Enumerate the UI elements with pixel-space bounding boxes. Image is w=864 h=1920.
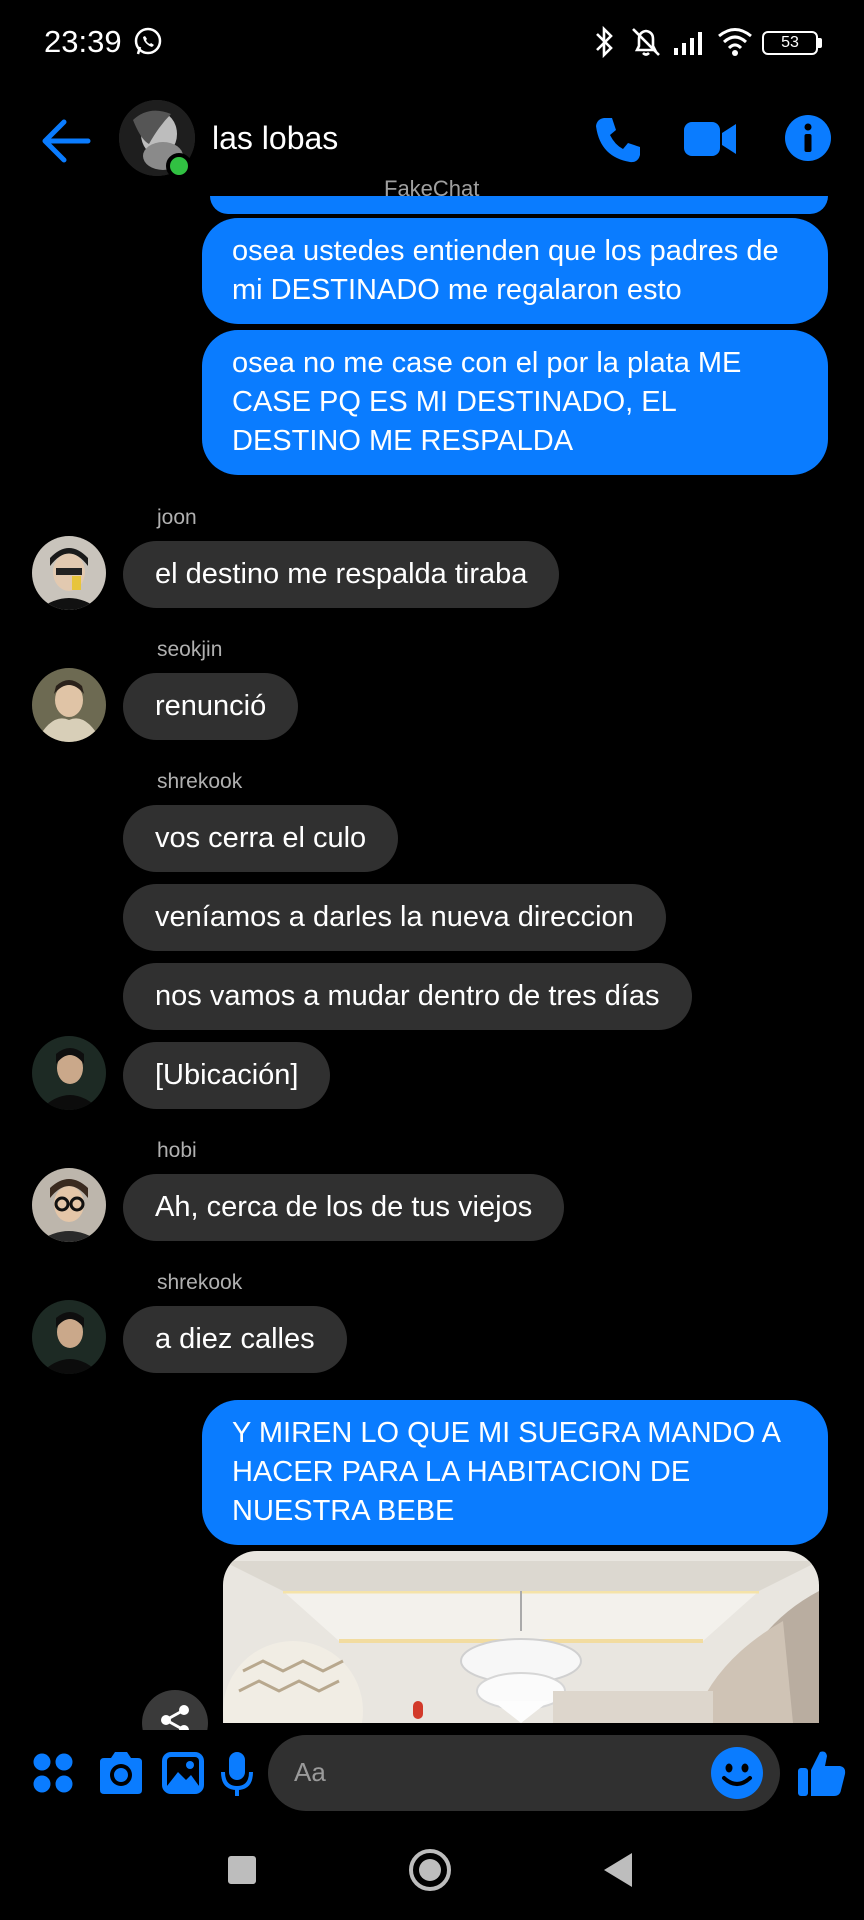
incoming-message[interactable]: vos cerra el culo (123, 805, 399, 872)
online-indicator (166, 153, 192, 179)
status-bar: 23:39 53 (0, 0, 864, 90)
sender-name: shrekook (157, 1271, 243, 1294)
home-icon[interactable] (408, 1848, 452, 1892)
sender-name: hobi (157, 1139, 197, 1162)
avatar-image (32, 668, 106, 742)
avatar-image (32, 1036, 106, 1110)
apps-icon[interactable] (32, 1752, 74, 1794)
outgoing-message[interactable]: osea ustedes entienden que los padres de… (202, 218, 828, 324)
chat-title[interactable]: las lobas (212, 120, 338, 157)
incoming-message[interactable]: a diez calles (123, 1306, 347, 1373)
avatar-joon[interactable] (32, 536, 106, 610)
previous-message-edge (210, 196, 828, 214)
whatsapp-icon (134, 27, 162, 55)
incoming-message[interactable]: veníamos a darles la nueva direccion (123, 884, 666, 951)
incoming-message[interactable]: renunció (123, 673, 299, 740)
phone-icon[interactable] (592, 114, 644, 166)
emoji-icon[interactable] (710, 1746, 764, 1800)
mic-icon[interactable] (220, 1750, 254, 1798)
room-photo (223, 1551, 819, 1723)
avatar-image (32, 536, 106, 610)
avatar-image (32, 1300, 106, 1374)
outgoing-message[interactable]: osea no me case con el por la plata ME C… (202, 330, 828, 475)
sender-name: seokjin (157, 638, 223, 661)
avatar-hobi[interactable] (32, 1168, 106, 1242)
incoming-message[interactable]: Ah, cerca de los de tus viejos (123, 1174, 565, 1241)
like-icon[interactable] (796, 1746, 848, 1798)
avatar-image (32, 1168, 106, 1242)
avatar-shrekook[interactable] (32, 1300, 106, 1374)
avatar-shrekook[interactable] (32, 1036, 106, 1110)
mute-icon (632, 28, 660, 56)
sender-name: joon (157, 506, 197, 529)
outgoing-message[interactable]: Y MIREN LO QUE MI SUEGRA MANDO A HACER P… (202, 1400, 828, 1545)
status-time: 23:39 (44, 24, 122, 59)
back-icon[interactable] (600, 1850, 636, 1890)
camera-icon[interactable] (96, 1750, 146, 1796)
gallery-icon[interactable] (160, 1750, 206, 1796)
bluetooth-icon (596, 25, 613, 59)
wifi-icon (718, 28, 752, 56)
battery-tip (818, 38, 822, 48)
info-icon[interactable] (784, 114, 832, 162)
image-attachment[interactable] (223, 1551, 819, 1723)
recents-icon[interactable] (228, 1856, 256, 1884)
message-input-placeholder: Aa (294, 1757, 326, 1787)
battery-level: 53 (781, 34, 799, 51)
avatar-seokjin[interactable] (32, 668, 106, 742)
incoming-message[interactable]: nos vamos a mudar dentro de tres días (123, 963, 692, 1030)
back-arrow-icon[interactable] (40, 118, 92, 164)
location-message[interactable]: [Ubicación] (123, 1042, 331, 1109)
signal-icon (674, 32, 702, 55)
video-icon[interactable] (682, 116, 738, 162)
incoming-message[interactable]: el destino me respalda tiraba (123, 541, 560, 608)
message-input[interactable] (268, 1735, 780, 1811)
sender-name: shrekook (157, 770, 243, 793)
